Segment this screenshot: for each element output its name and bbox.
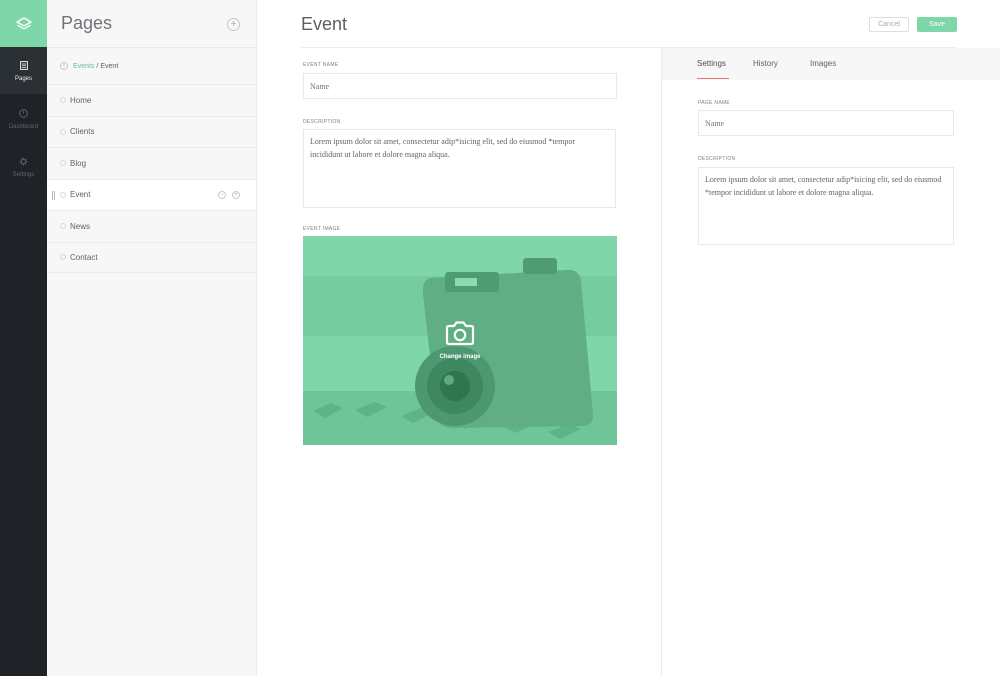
event-name-label: Event Name [303,62,339,68]
save-button[interactable]: Save [917,17,957,32]
camera-icon [445,321,475,346]
icon-rail: Pages Dashboard Settings [0,0,47,676]
circle-icon [60,97,66,104]
cancel-button[interactable]: Cancel [869,17,909,32]
rail-item-pages[interactable]: Pages [0,47,47,94]
page-title: Event [301,14,348,34]
circle-icon [60,254,66,261]
tab-settings[interactable]: Settings [697,59,726,68]
pages-header: Pages + [47,0,256,47]
rail-item-settings[interactable]: Settings [0,143,47,190]
page-name-input[interactable]: Name [698,110,954,136]
list-item[interactable]: News [47,210,256,242]
tab-history[interactable]: History [753,59,778,68]
page-label: Home [70,95,92,105]
back-icon[interactable]: ‹ [60,62,68,70]
description-label: Description [303,119,341,125]
panel-description-label: Description [698,156,736,162]
rail-label-dashboard: Dashboard [8,124,39,130]
pages-sidebar: Pages + ‹ Events / Event Home Clients Bl… [47,0,257,676]
panel-description-textarea[interactable]: Lorem ipsum dolor sit amet, consectetur … [698,167,954,245]
active-tab-indicator [697,78,729,79]
page-actions: − + [218,190,240,199]
pages-icon [18,59,30,71]
circle-icon [60,191,66,198]
page-label: News [70,221,91,231]
main-editor: Event Cancel Save Event Name Name Descri… [257,0,1000,676]
panel-tabs: Settings History Images [662,48,1000,80]
plus-icon[interactable]: + [232,190,240,199]
pages-title: Pages [61,13,113,33]
page-label: Contact [70,252,98,262]
tab-images[interactable]: Images [810,59,836,68]
page-label: Event [70,190,91,200]
dashboard-icon [18,107,30,119]
breadcrumb-separator: / [96,62,99,70]
circle-icon [60,128,66,135]
page-label: Blog [70,158,87,168]
event-image-label: Event Image [303,226,341,232]
list-item[interactable]: Home [47,84,256,116]
breadcrumb-parent[interactable]: Events [73,63,94,70]
layers-icon [15,16,32,30]
rail-item-dashboard[interactable]: Dashboard [0,95,47,142]
circle-icon [60,223,66,230]
event-image[interactable]: Change image [303,236,617,445]
plus-icon[interactable]: + [227,18,240,31]
gear-icon [18,155,30,167]
change-image-overlay[interactable]: Change image [303,320,617,360]
breadcrumb-current: Event [100,62,119,70]
list-item-active[interactable]: Event − + [47,178,256,210]
rail-label-pages: Pages [14,76,32,82]
page-list: Home Clients Blog Event − + News Contact [47,84,256,273]
circle-icon [60,160,66,167]
description-textarea[interactable]: Lorem ipsum dolor sit amet, consectetur … [303,129,616,208]
drag-handle-icon[interactable] [52,190,55,200]
rail-label-settings: Settings [12,172,35,178]
list-item[interactable]: Contact [47,241,256,273]
list-item[interactable]: Blog [47,147,256,179]
event-name-input[interactable]: Name [303,73,617,99]
logo[interactable] [0,0,47,47]
list-item[interactable]: Clients [47,115,256,148]
page-name-label: Page Name [698,100,731,106]
settings-panel: Settings History Images Page Name Name D… [661,48,1000,676]
change-image-label: Change image [439,354,481,360]
remove-icon[interactable]: − [218,190,226,199]
breadcrumb: ‹ Events / Event [47,47,256,84]
page-label: Clients [70,127,95,137]
